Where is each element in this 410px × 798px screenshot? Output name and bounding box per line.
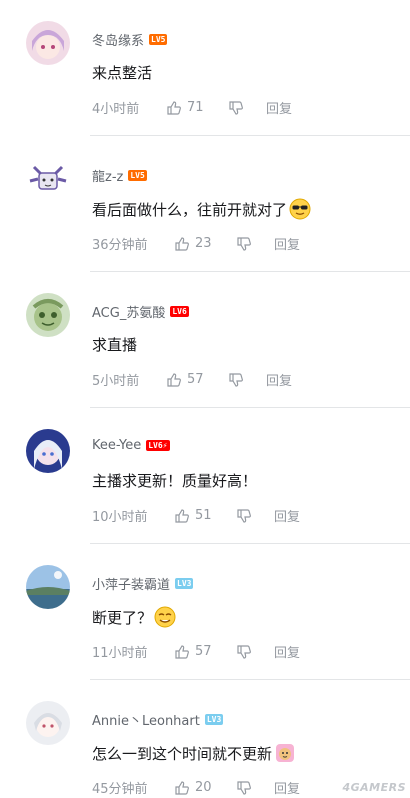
username-text[interactable]: Annie丶Leonhart <box>92 710 200 729</box>
username-text[interactable]: 冬岛缘系 <box>92 30 144 49</box>
avatar[interactable] <box>26 565 70 609</box>
like-count: 20 <box>195 780 212 795</box>
comment-meta: 4小时前 71 回复 <box>92 98 292 117</box>
avatar[interactable] <box>26 429 70 473</box>
level-badge: LV3 <box>204 714 224 725</box>
comment-meta: 36分钟前 23 回复 <box>92 234 300 253</box>
level-badge: LV5 <box>128 170 147 181</box>
comment-item: Kee-Yee LV6⚡ 主播求更新！质量好高！ 10小时前 51 回复 <box>0 408 410 544</box>
comment-item: 小萍子装霸道 LV3 断更了？ 11小时前 57 回复 <box>0 544 410 680</box>
comment-content: 看后面做什么，往前开就对了 <box>92 200 288 219</box>
sunglasses-emoji-icon <box>289 198 311 220</box>
comment-meta: 10小时前 51 回复 <box>92 506 300 525</box>
like-button[interactable]: 71 <box>166 100 228 116</box>
like-button[interactable]: 51 <box>174 508 236 524</box>
thumbs-up-icon <box>175 508 189 523</box>
comment-text: 断更了？ <box>92 606 176 628</box>
avatar[interactable] <box>26 293 70 337</box>
like-button[interactable]: 57 <box>174 644 236 660</box>
dislike-button[interactable] <box>228 372 266 388</box>
like-button[interactable]: 57 <box>166 372 228 388</box>
thumbs-up-icon <box>175 644 189 659</box>
level-badge: LV6⚡ <box>146 440 170 451</box>
doge-emoji-icon <box>276 744 295 762</box>
username-text[interactable]: ACG_苏氨酸 <box>92 302 165 321</box>
username[interactable]: 龍z-z LV5 <box>92 166 147 185</box>
level-badge: LV6 <box>170 306 189 317</box>
avatar[interactable] <box>26 157 70 201</box>
comment-time: 5小时前 <box>92 374 140 389</box>
username-text[interactable]: 龍z-z <box>92 166 123 185</box>
thumbs-up-icon <box>175 780 189 795</box>
like-count: 23 <box>195 236 212 251</box>
watermark: 4GAMERS <box>342 781 406 794</box>
level-badge: LV3 <box>175 578 194 589</box>
like-count: 57 <box>195 644 212 659</box>
like-button[interactable]: 23 <box>174 236 236 252</box>
like-count: 51 <box>195 508 212 523</box>
dislike-button[interactable] <box>228 100 266 116</box>
thumbs-up-icon <box>167 372 181 387</box>
dislike-button[interactable] <box>236 644 274 660</box>
dislike-button[interactable] <box>236 508 274 524</box>
like-button[interactable]: 20 <box>174 780 236 796</box>
level-badge: LV5 <box>149 34 168 45</box>
thumbs-down-icon <box>229 100 243 115</box>
comment-content: 怎么一到这个时间就不更新 <box>92 744 273 763</box>
like-count: 71 <box>187 100 204 115</box>
comment-meta: 11小时前 57 回复 <box>92 642 300 661</box>
reply-button[interactable]: 回复 <box>274 778 300 797</box>
reply-button[interactable]: 回复 <box>266 370 292 389</box>
username[interactable]: 冬岛缘系 LV5 <box>92 30 168 49</box>
thumbs-down-icon <box>237 644 251 659</box>
thumbs-up-icon <box>167 100 181 115</box>
reply-button[interactable]: 回复 <box>274 234 300 253</box>
avatar[interactable] <box>26 701 70 745</box>
comment-content: 断更了？ <box>92 608 153 627</box>
comment-item: 冬岛缘系 LV5 来点整活 4小时前 71 回复 <box>0 0 410 136</box>
username[interactable]: 小萍子装霸道 LV3 <box>92 574 194 593</box>
comment-time: 4小时前 <box>92 102 140 117</box>
username-text[interactable]: 小萍子装霸道 <box>92 574 170 593</box>
comment-text: 来点整活 <box>92 62 152 83</box>
username-text[interactable]: Kee-Yee <box>92 438 141 453</box>
reply-button[interactable]: 回复 <box>274 506 300 525</box>
comment-text: 看后面做什么，往前开就对了 <box>92 198 311 220</box>
smirk-emoji-icon <box>154 606 176 628</box>
comment-item: 龍z-z LV5 看后面做什么，往前开就对了 36分钟前 23 回复 <box>0 136 410 272</box>
thumbs-down-icon <box>237 508 251 523</box>
username[interactable]: Annie丶Leonhart LV3 <box>92 710 224 729</box>
comment-time: 36分钟前 <box>92 238 148 253</box>
username[interactable]: Kee-Yee LV6⚡ <box>92 438 170 453</box>
comment-content: 求直播 <box>92 336 138 354</box>
avatar[interactable] <box>26 21 70 65</box>
thumbs-down-icon <box>229 372 243 387</box>
comment-content: 来点整活 <box>92 64 153 82</box>
comment-time: 10小时前 <box>92 510 148 525</box>
thumbs-up-icon <box>175 236 189 251</box>
comment-time: 11小时前 <box>92 646 148 661</box>
comment-time: 45分钟前 <box>92 782 148 797</box>
comment-content: 主播求更新！质量好高！ <box>92 472 258 490</box>
comment-text: 主播求更新！质量好高！ <box>92 470 257 491</box>
dislike-button[interactable] <box>236 236 274 252</box>
username[interactable]: ACG_苏氨酸 LV6 <box>92 302 189 321</box>
thumbs-down-icon <box>237 780 251 795</box>
comment-text: 怎么一到这个时间就不更新 <box>92 742 296 764</box>
comment-meta: 45分钟前 20 回复 <box>92 778 300 797</box>
comment-item: ACG_苏氨酸 LV6 求直播 5小时前 57 回复 <box>0 272 410 408</box>
reply-button[interactable]: 回复 <box>274 642 300 661</box>
dislike-button[interactable] <box>236 780 274 796</box>
comment-meta: 5小时前 57 回复 <box>92 370 292 389</box>
comment-text: 求直播 <box>92 334 137 355</box>
like-count: 57 <box>187 372 204 387</box>
reply-button[interactable]: 回复 <box>266 98 292 117</box>
thumbs-down-icon <box>237 236 251 251</box>
